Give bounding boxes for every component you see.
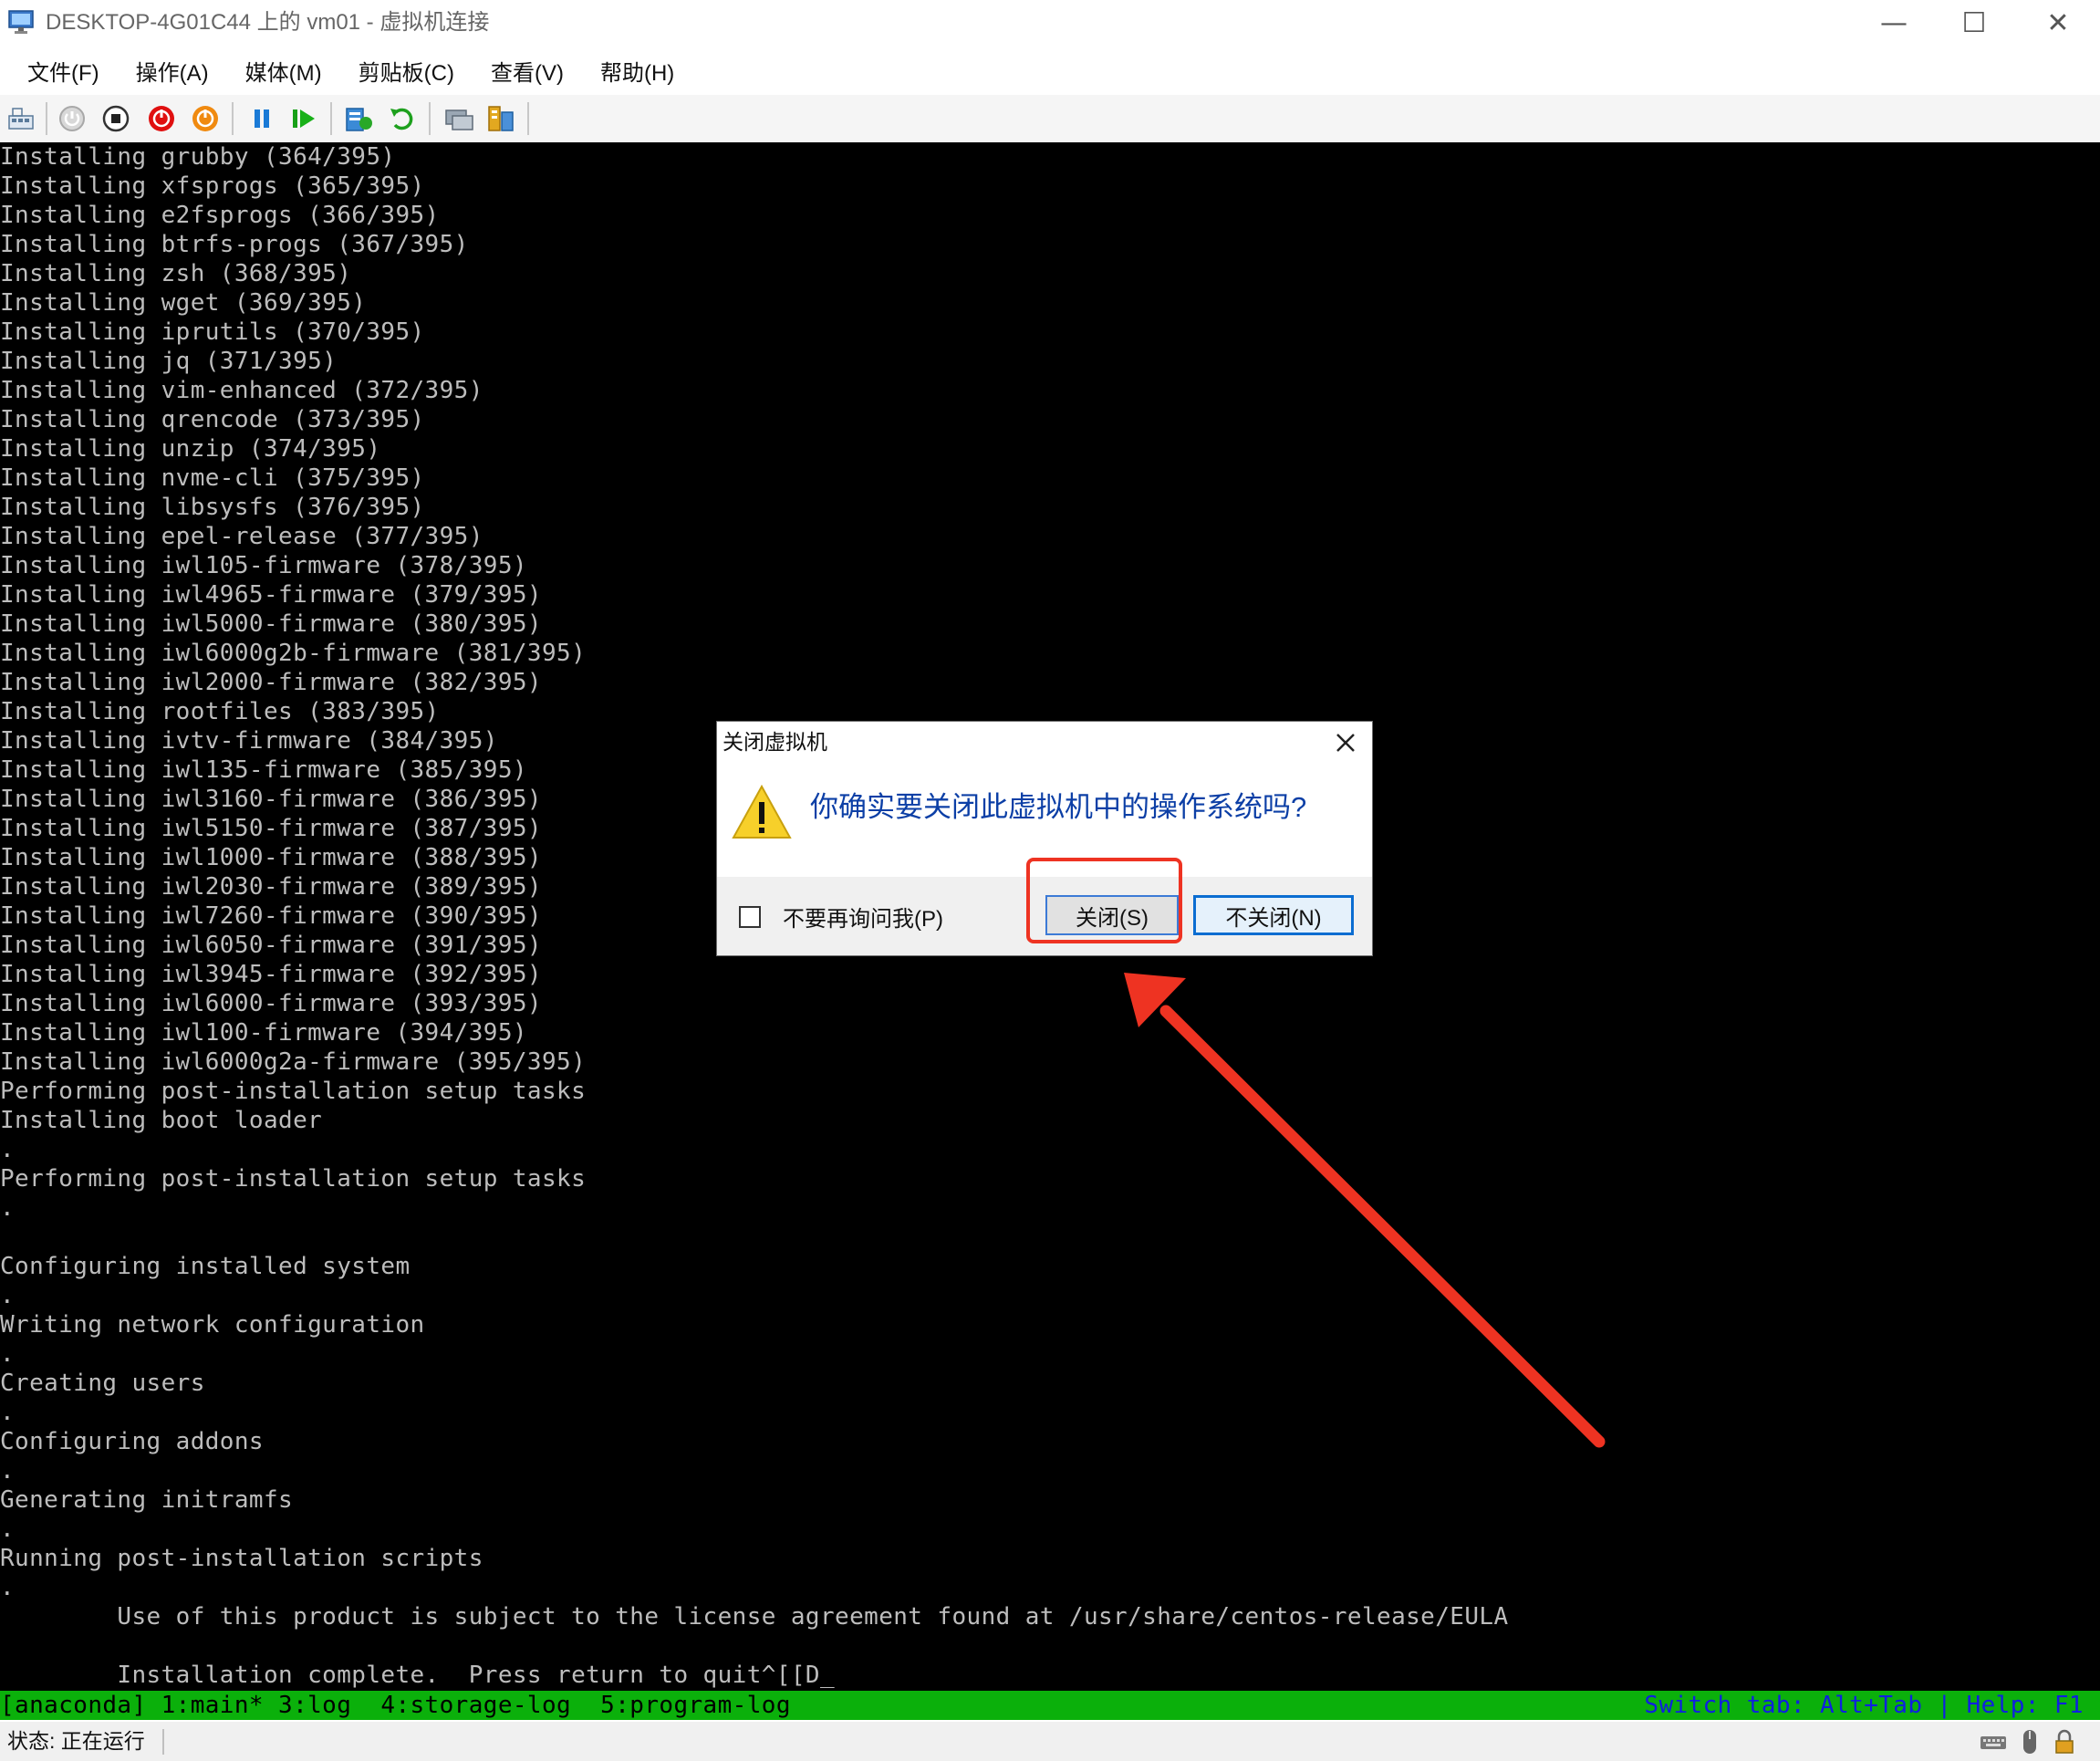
console-line: Installing wget (369/395) bbox=[0, 289, 367, 317]
tab-list: [anaconda] 1:main* 3:log 4:storage-log 5… bbox=[0, 1692, 791, 1719]
console-line: Use of this product is subject to the li… bbox=[0, 1603, 1509, 1631]
console-line: Generating initramfs bbox=[0, 1486, 294, 1514]
console-line: Installing iwl5000-firmware (380/395) bbox=[0, 610, 542, 638]
toolbar-separator bbox=[46, 102, 47, 135]
console-line: Installing zsh (368/395) bbox=[0, 260, 352, 287]
console-line: . bbox=[0, 1399, 16, 1426]
console-line: Installing vim-enhanced (372/395) bbox=[0, 377, 483, 404]
console-line: Installing nvme-cli (375/395) bbox=[0, 464, 425, 492]
console-line: Installing iwl105-firmware (378/395) bbox=[0, 552, 527, 579]
warning-icon bbox=[732, 784, 792, 839]
console-line: Installing jq (371/395) bbox=[0, 348, 338, 375]
console-line: Running post-installation scripts bbox=[0, 1545, 483, 1572]
start-icon[interactable] bbox=[57, 103, 88, 134]
shutdown-icon[interactable] bbox=[146, 103, 177, 134]
resume-icon[interactable] bbox=[288, 103, 319, 134]
dont-ask-label[interactable]: 不要再询问我(P) bbox=[783, 901, 943, 933]
console-line: . bbox=[0, 1340, 16, 1368]
title-bar: DESKTOP-4G01C44 上的 vm01 - 虚拟机连接 — ☐ ✕ bbox=[0, 0, 2100, 46]
console-line: Creating users bbox=[0, 1370, 205, 1397]
console-line: . bbox=[0, 1194, 16, 1222]
console-line: Installing boot loader bbox=[0, 1107, 323, 1134]
vm-connection-icon bbox=[8, 10, 34, 34]
menu-help[interactable]: 帮助(H) bbox=[600, 55, 674, 87]
toolbar-separator bbox=[232, 102, 234, 135]
console-line: Performing post-installation setup tasks bbox=[0, 1165, 587, 1193]
console-line: Configuring installed system bbox=[0, 1253, 411, 1280]
share-icon[interactable] bbox=[485, 103, 516, 134]
anaconda-tab-bar: [anaconda] 1:main* 3:log 4:storage-log 5… bbox=[0, 1691, 2100, 1720]
console-line: . bbox=[0, 1457, 16, 1485]
dialog-title: 关闭虚拟机 bbox=[723, 730, 827, 754]
console-line: Writing network configuration bbox=[0, 1311, 425, 1339]
window-title: DESKTOP-4G01C44 上的 vm01 - 虚拟机连接 bbox=[46, 10, 490, 35]
console-line: Installing iwl3945-firmware (392/395) bbox=[0, 961, 542, 988]
console-line: Installing qrencode (373/395) bbox=[0, 406, 425, 433]
status-bar: 状态: 正在运行 bbox=[0, 1722, 2100, 1761]
console-line: Installing grubby (364/395) bbox=[0, 143, 396, 171]
console-line: Installing libsysfs (376/395) bbox=[0, 494, 425, 521]
console-line: Installing btrfs-progs (367/395) bbox=[0, 231, 469, 258]
maximize-button[interactable]: ☐ bbox=[1932, 0, 2016, 46]
console-line: Installing iwl6000-firmware (393/395) bbox=[0, 990, 542, 1017]
ctrl-alt-del-icon[interactable] bbox=[5, 103, 36, 134]
console-line: Installing unzip (374/395) bbox=[0, 435, 381, 463]
console-line: Installation complete. Press return to q… bbox=[0, 1662, 836, 1689]
turn-off-icon[interactable] bbox=[100, 103, 131, 134]
console-line: . bbox=[0, 1574, 16, 1601]
keyboard-icon bbox=[1980, 1736, 2006, 1749]
dont-ask-checkbox[interactable] bbox=[739, 906, 761, 928]
enhanced-session-icon[interactable] bbox=[443, 103, 474, 134]
console-line: Installing xfsprogs (365/395) bbox=[0, 172, 425, 200]
toolbar-separator bbox=[330, 102, 332, 135]
console-line: Configuring addons bbox=[0, 1428, 264, 1455]
toolbar-separator bbox=[527, 102, 529, 135]
menu-media[interactable]: 媒体(M) bbox=[245, 55, 322, 87]
pause-icon[interactable] bbox=[246, 103, 277, 134]
toolbar-separator bbox=[429, 102, 431, 135]
console-line: Installing iwl6000g2b-firmware (381/395) bbox=[0, 640, 587, 667]
console-line: Installing iwl4965-firmware (379/395) bbox=[0, 581, 542, 609]
vm-status-text: 状态: 正在运行 bbox=[7, 1729, 145, 1753]
dialog-message: 你确实要关闭此虚拟机中的操作系统吗? bbox=[810, 791, 1307, 823]
status-separator bbox=[162, 1729, 164, 1755]
menu-action[interactable]: 操作(A) bbox=[136, 55, 209, 87]
console-line: Installing e2fsprogs (366/395) bbox=[0, 202, 440, 229]
tab-help: Switch tab: Alt+Tab | Help: F1 bbox=[1644, 1692, 2084, 1719]
menu-file[interactable]: 文件(F) bbox=[27, 55, 99, 87]
dont-close-button[interactable]: 不关闭(N) bbox=[1193, 895, 1354, 935]
console-line: Installing iprutils (370/395) bbox=[0, 318, 425, 346]
toolbar bbox=[0, 95, 2100, 142]
save-icon[interactable] bbox=[190, 103, 221, 134]
minimize-button[interactable]: — bbox=[1852, 0, 1936, 46]
menu-view[interactable]: 查看(V) bbox=[491, 55, 564, 87]
mouse-icon bbox=[2023, 1730, 2036, 1754]
console-line: . bbox=[0, 1282, 16, 1309]
console-line: Installing iwl100-firmware (394/395) bbox=[0, 1019, 527, 1047]
menu-bar: 文件(F) 操作(A) 媒体(M) 剪贴板(C) 查看(V) 帮助(H) bbox=[0, 47, 2100, 93]
console-line: Installing iwl2000-firmware (382/395) bbox=[0, 669, 542, 696]
console-line: Installing epel-release (377/395) bbox=[0, 523, 483, 550]
console-line: Performing post-installation setup tasks bbox=[0, 1078, 587, 1105]
console-line: . bbox=[0, 1136, 16, 1163]
lock-icon bbox=[2055, 1729, 2074, 1754]
close-window-button[interactable]: ✕ bbox=[2016, 0, 2100, 46]
close-icon[interactable] bbox=[1330, 727, 1361, 758]
checkpoint-icon[interactable] bbox=[343, 103, 374, 134]
console-line: Installing iwl6000g2a-firmware (395/395) bbox=[0, 1048, 587, 1076]
menu-clipboard[interactable]: 剪贴板(C) bbox=[359, 55, 454, 87]
revert-icon[interactable] bbox=[387, 103, 418, 134]
highlight-box bbox=[1026, 858, 1182, 943]
console-line: . bbox=[0, 1516, 16, 1543]
